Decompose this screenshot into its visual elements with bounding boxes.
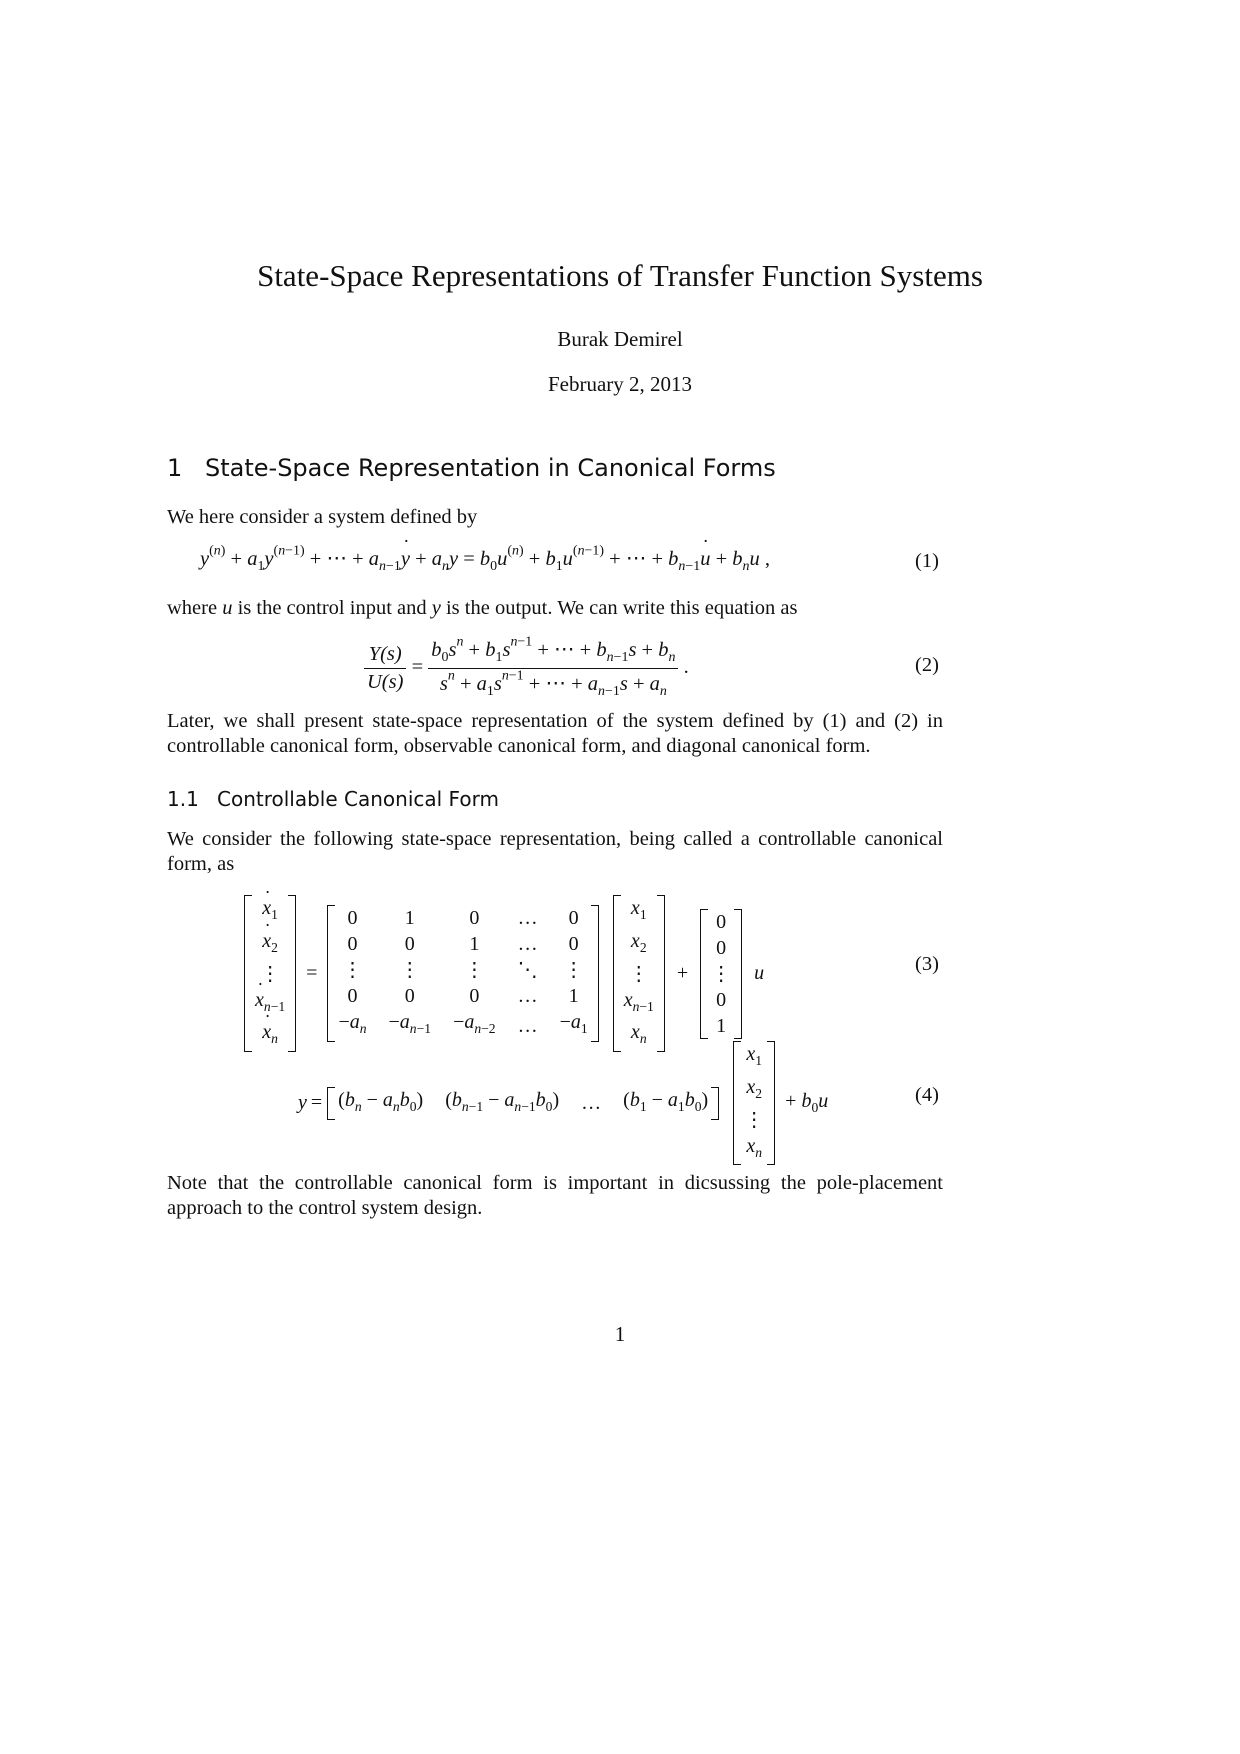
x-vector-output: x1 x2 ⋮ xn [733,1041,776,1166]
page-number: 1 [614,1322,626,1346]
numerator: b0sn + b1sn−1 + ⋯ + bn−1s + bn [428,635,679,669]
subsection-number: 1.1 [167,787,199,811]
a-matrix-entry: 1 [469,933,480,956]
a-matrix-entry: … [517,1014,538,1037]
denominator: sn + a1sn−1 + ⋯ + an−1s + an [439,668,667,699]
b-vector: 0 0 ⋮ 0 1 [700,908,743,1039]
document-title: State-Space Representations of Transfer … [257,258,983,293]
section-number: 1 [167,454,183,482]
section-title: State-Space Representation in Canonical … [205,454,776,482]
text: where [167,597,223,619]
date: February 2, 2013 [547,372,693,396]
numerator: Y(s) [364,643,407,669]
x-vector: x1 x2 ⋮ xn−1 xn [612,895,665,1052]
c-matrix-entry: … [581,1092,602,1115]
equation-3: x1x2⋮xn−1xn = 010…0001…0⋮⋮⋮⋱⋮000…1−an−an… [244,895,764,1052]
c-matrix-entry: (bn − anb0) [338,1088,424,1114]
equation-2: Y(s) U(s) = b0sn + b1sn−1 + ⋯ + bn−1s + … [364,635,689,700]
var-y: y [431,597,441,619]
equation-4: y = (bn − anb0) (bn−1 − an−1b0)… (b1 − a1b… [298,1041,829,1166]
section-heading: 1 State-Space Representation in Canonical… [167,454,776,482]
equation-number-4: (4) [915,1084,939,1106]
lhs-fraction: Y(s) U(s) [364,643,407,694]
a-matrix-entry: 0 [469,907,480,930]
text: is the output. We can write this equatio… [440,597,798,619]
feedthrough-term: + b0u [785,1090,829,1115]
a-matrix-entry: −an−1 [388,1011,432,1036]
a-matrix-entry: … [517,933,538,956]
a-matrix-entry: 1 [404,907,415,930]
paragraph-where: where u is the control input and y is th… [167,596,943,621]
paragraph-intro: We here consider a system defined by [167,506,478,528]
equation-number-3: (3) [915,953,939,975]
paragraph-note: Note that the controllable canonical for… [167,1172,943,1219]
a-matrix-entry: 0 [469,985,480,1008]
equation-1: y(n) + a1y(n−1) + ⋯ + an−1y + any = b0u(… [200,544,770,575]
denominator: U(s) [367,670,404,693]
subsection-title: Controllable Canonical Form [217,787,499,811]
equation-number-1: (1) [915,550,939,572]
rhs-fraction: b0sn + b1sn−1 + ⋯ + bn−1s + bn sn + a1sn… [428,635,679,700]
c-matrix: (bn − anb0) (bn−1 − an−1b0) … (b1 − a1b0) [327,1086,720,1120]
subsection-heading: 1.1 Controllable Canonical Form [167,787,499,811]
paragraph-later: Later, we shall present state-space repr… [167,710,943,757]
var-u: u [222,597,233,619]
author: Burak Demirel [557,327,683,351]
a-matrix-entry: … [517,985,538,1008]
a-matrix: 0 1 0… 0 0 0 1… 0 ⋮ ⋮ ⋮ ⋱ ⋮ 0 0 0… 1 −an −an−1 −an−2… −a1 [327,905,599,1042]
a-matrix-entry: 0 [404,933,415,956]
c-matrix-entry: (bn−1 − an−1b0) [445,1088,560,1114]
a-matrix-entry: −an−2 [453,1011,496,1036]
xdot-vector: x1x2⋮xn−1xn [244,895,297,1052]
a-matrix-entry: ⋮ [464,959,485,982]
a-matrix-entry: … [517,907,538,930]
a-matrix-entry: ⋱ [517,959,538,982]
c-matrix-entry: (b1 − a1b0) [623,1088,709,1114]
text: is the control input and [232,597,432,619]
a-matrix-entry: 0 [404,985,415,1008]
a-matrix-entry: ⋮ [399,959,420,982]
equation-number-2: (2) [915,654,939,676]
paragraph-consider: We consider the following state-space re… [167,828,943,875]
input-u: u [754,962,765,984]
